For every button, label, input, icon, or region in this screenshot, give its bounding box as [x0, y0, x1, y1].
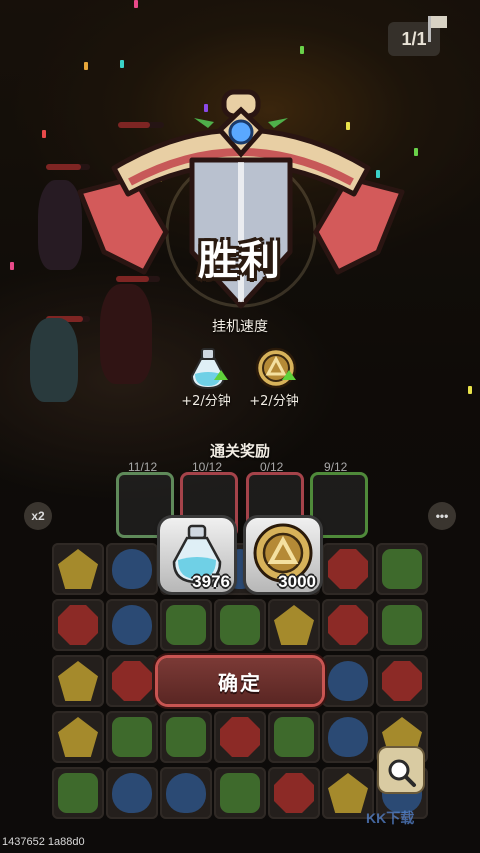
victory-title: 胜利: [198, 238, 282, 284]
board-cell[interactable]: [268, 711, 320, 763]
confetti: [42, 130, 46, 138]
board-cell[interactable]: [106, 655, 158, 707]
blue-gem-icon: [328, 717, 368, 757]
blue-gem-icon: [112, 549, 152, 589]
speed-toggle-button[interactable]: x2: [24, 502, 52, 530]
board-cell[interactable]: [322, 711, 374, 763]
flag-icon: [428, 16, 449, 42]
board-cell[interactable]: [322, 655, 374, 707]
red-gem-icon: [58, 605, 98, 645]
board-cell[interactable]: [52, 599, 104, 651]
confetti: [84, 62, 88, 70]
board-cell[interactable]: [214, 711, 266, 763]
green-gem-icon: [166, 717, 206, 757]
yellow-gem-icon: [58, 549, 98, 589]
green-gem-icon: [58, 773, 98, 813]
board-cell[interactable]: [106, 711, 158, 763]
board-cell[interactable]: [106, 543, 158, 595]
confetti: [134, 0, 138, 8]
zoom-button[interactable]: [379, 748, 423, 792]
board-cell[interactable]: [106, 599, 158, 651]
board-cell[interactable]: [376, 543, 428, 595]
board-cell[interactable]: [52, 767, 104, 819]
red-gem-icon: [328, 605, 368, 645]
confetti: [414, 148, 418, 156]
coin-icon: [255, 347, 297, 389]
green-gem-icon: [382, 605, 422, 645]
footer-id-text: 1437652 1a88d0: [2, 836, 85, 848]
increase-arrow-icon: [282, 370, 296, 380]
reward-coin-count: 3000: [278, 572, 316, 591]
green-gem-icon: [220, 605, 260, 645]
reward-coin-tile: 3000: [246, 518, 320, 592]
confetti: [468, 386, 472, 394]
board-cell[interactable]: [52, 655, 104, 707]
red-gem-icon: [328, 549, 368, 589]
increase-arrow-icon: [214, 370, 228, 380]
yellow-gem-icon: [58, 717, 98, 757]
stage-progress-text: 1/1: [401, 28, 427, 49]
clear-rewards-title: 通关奖励: [209, 442, 270, 460]
potion-icon: [190, 348, 226, 390]
potion-rate-text: +2/分钟: [181, 394, 231, 409]
yellow-gem-icon: [328, 773, 368, 813]
blue-gem-icon: [112, 605, 152, 645]
coin-rate-text: +2/分钟: [249, 394, 299, 409]
board-cell[interactable]: [160, 599, 212, 651]
watermark-text: KK下载: [366, 810, 415, 826]
green-gem-icon: [274, 717, 314, 757]
reward-potion-tile: 3976: [160, 518, 234, 592]
blue-gem-icon: [166, 773, 206, 813]
board-cell[interactable]: [268, 767, 320, 819]
board-cell[interactable]: [52, 711, 104, 763]
green-gem-icon: [382, 549, 422, 589]
board-cell[interactable]: [160, 711, 212, 763]
confetti: [120, 60, 124, 68]
speed-label: x2: [31, 509, 45, 523]
yellow-gem-icon: [274, 605, 314, 645]
board-cell[interactable]: [214, 767, 266, 819]
board-cell[interactable]: [268, 599, 320, 651]
blue-gem-icon: [328, 661, 368, 701]
confetti: [10, 262, 14, 270]
board-cell[interactable]: [376, 599, 428, 651]
confirm-button[interactable]: 确定: [158, 658, 322, 704]
yellow-gem-icon: [58, 661, 98, 701]
board-cell[interactable]: [52, 543, 104, 595]
more-options-button[interactable]: •••: [428, 502, 456, 530]
confetti: [300, 46, 304, 54]
green-gem-icon: [220, 773, 260, 813]
blue-gem-icon: [112, 773, 152, 813]
board-cell[interactable]: [214, 599, 266, 651]
green-gem-icon: [112, 717, 152, 757]
red-gem-icon: [274, 773, 314, 813]
board-cell[interactable]: [160, 767, 212, 819]
red-gem-icon: [382, 661, 422, 701]
red-gem-icon: [220, 717, 260, 757]
more-icon: •••: [435, 509, 449, 523]
magnifier-icon: [388, 759, 416, 787]
board-cell[interactable]: [322, 599, 374, 651]
green-gem-icon: [166, 605, 206, 645]
reward-potion-count: 3976: [192, 572, 230, 591]
board-cell[interactable]: [376, 655, 428, 707]
red-gem-icon: [112, 661, 152, 701]
board-cell[interactable]: [322, 543, 374, 595]
idle-speed-label: 挂机速度: [212, 319, 268, 335]
board-cell[interactable]: [106, 767, 158, 819]
